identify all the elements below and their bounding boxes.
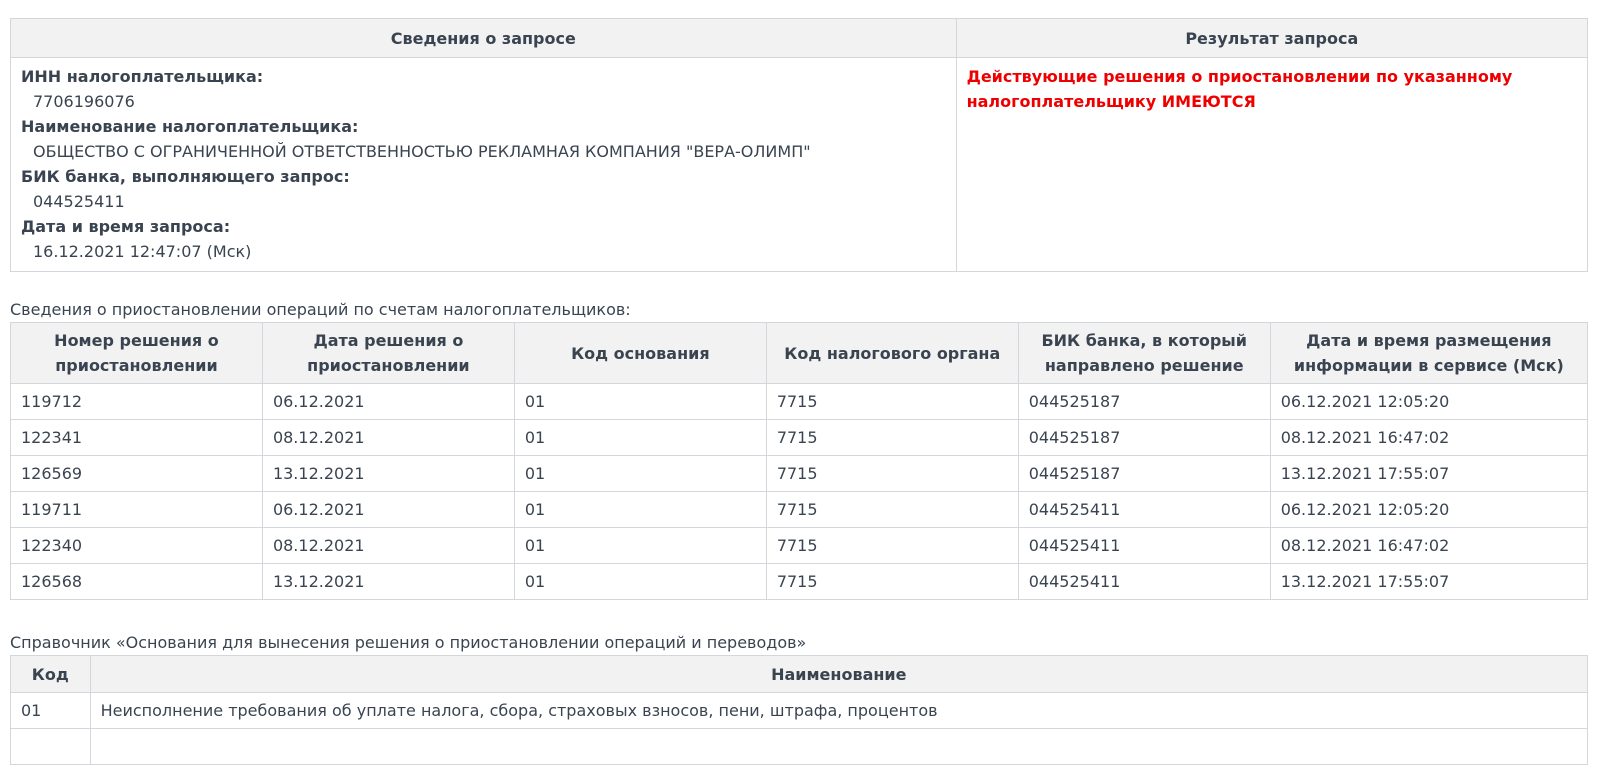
col-header-decision-number: Номер решения о приостановлении <box>10 322 263 384</box>
basis-code-cell: 01 <box>513 527 767 564</box>
suspensions-caption: Сведения о приостановлении операций по с… <box>10 300 631 319</box>
basis-code-cell: 01 <box>513 563 767 600</box>
query-result-cell: Действующие решения о приостановлении по… <box>955 57 1589 272</box>
query-info-header: Сведения о запросе <box>10 18 957 58</box>
reference-name-cell: Неисполнение требования об уплате налога… <box>89 692 1589 729</box>
decision-number-cell: 122341 <box>10 419 263 456</box>
col-header-code: Код <box>10 655 91 693</box>
table-row: 119712 06.12.2021 01 7715 044525187 06.1… <box>10 383 1589 420</box>
target-bank-bik-cell: 044525411 <box>1017 563 1271 600</box>
posted-datetime-cell: 08.12.2021 16:47:02 <box>1269 527 1589 564</box>
taxpayer-name-value: ОБЩЕСТВО С ОГРАНИЧЕННОЙ ОТВЕТСТВЕННОСТЬЮ… <box>33 142 811 161</box>
reference-table: Код Наименование 01 Неисполнение требова… <box>10 655 1589 765</box>
decision-number-cell: 122340 <box>10 527 263 564</box>
page: Сведения о запросе Результат запроса ИНН… <box>10 18 1589 765</box>
tax-authority-code-cell: 7715 <box>765 491 1019 528</box>
bank-bik-value: 044525411 <box>33 192 125 211</box>
table-row: 126569 13.12.2021 01 7715 044525187 13.1… <box>10 455 1589 492</box>
col-header-decision-date: Дата решения о приостановлении <box>261 322 515 384</box>
tax-authority-code-cell: 7715 <box>765 527 1019 564</box>
tax-authority-code-cell: 7715 <box>765 455 1019 492</box>
table-row: 122341 08.12.2021 01 7715 044525187 08.1… <box>10 419 1589 456</box>
taxpayer-name-label: Наименование налогоплательщика: <box>21 117 359 136</box>
decision-number-cell: 126569 <box>10 455 263 492</box>
decision-date-cell: 08.12.2021 <box>261 527 515 564</box>
target-bank-bik-cell: 044525411 <box>1017 491 1271 528</box>
posted-datetime-cell: 13.12.2021 17:55:07 <box>1269 455 1589 492</box>
table-row <box>10 728 1589 765</box>
decision-number-cell: 126568 <box>10 563 263 600</box>
query-info-table: Сведения о запросе Результат запроса ИНН… <box>10 18 1589 272</box>
target-bank-bik-cell: 044525411 <box>1017 527 1271 564</box>
decision-date-cell: 08.12.2021 <box>261 419 515 456</box>
table-row: 01 Неисполнение требования об уплате нал… <box>10 692 1589 729</box>
query-info-cell: ИНН налогоплательщика: 7706196076 Наимен… <box>10 57 957 272</box>
inn-value: 7706196076 <box>33 92 135 111</box>
col-header-basis-code: Код основания <box>513 322 767 384</box>
basis-code-cell: 01 <box>513 455 767 492</box>
col-header-posted-datetime: Дата и время размещения информации в сер… <box>1269 322 1589 384</box>
col-header-name: Наименование <box>89 655 1589 693</box>
query-result-text: Действующие решения о приостановлении по… <box>966 67 1513 111</box>
col-header-target-bank-bik: БИК банка, в который направлено решение <box>1017 322 1271 384</box>
posted-datetime-cell: 06.12.2021 12:05:20 <box>1269 383 1589 420</box>
target-bank-bik-cell: 044525187 <box>1017 419 1271 456</box>
decision-date-cell: 06.12.2021 <box>261 383 515 420</box>
reference-code-cell <box>10 728 91 765</box>
tax-authority-code-cell: 7715 <box>765 563 1019 600</box>
table-row: 119711 06.12.2021 01 7715 044525411 06.1… <box>10 491 1589 528</box>
decision-date-cell: 06.12.2021 <box>261 491 515 528</box>
tax-authority-code-cell: 7715 <box>765 419 1019 456</box>
posted-datetime-cell: 08.12.2021 16:47:02 <box>1269 419 1589 456</box>
table-row: 122340 08.12.2021 01 7715 044525411 08.1… <box>10 527 1589 564</box>
bank-bik-label: БИК банка, выполняющего запрос: <box>21 167 350 186</box>
table-row: 126568 13.12.2021 01 7715 044525411 13.1… <box>10 563 1589 600</box>
basis-code-cell: 01 <box>513 419 767 456</box>
target-bank-bik-cell: 044525187 <box>1017 455 1271 492</box>
target-bank-bik-cell: 044525187 <box>1017 383 1271 420</box>
request-datetime-label: Дата и время запроса: <box>21 217 231 236</box>
reference-name-cell <box>89 728 1589 765</box>
suspensions-table: Номер решения о приостановлении Дата реш… <box>10 322 1589 600</box>
col-header-tax-authority-code: Код налогового органа <box>765 322 1019 384</box>
posted-datetime-cell: 06.12.2021 12:05:20 <box>1269 491 1589 528</box>
tax-authority-code-cell: 7715 <box>765 383 1019 420</box>
reference-code-cell: 01 <box>10 692 91 729</box>
decision-date-cell: 13.12.2021 <box>261 455 515 492</box>
decision-number-cell: 119712 <box>10 383 263 420</box>
decision-number-cell: 119711 <box>10 491 263 528</box>
request-datetime-value: 16.12.2021 12:47:07 (Мск) <box>33 242 252 261</box>
decision-date-cell: 13.12.2021 <box>261 563 515 600</box>
posted-datetime-cell: 13.12.2021 17:55:07 <box>1269 563 1589 600</box>
reference-caption: Справочник «Основания для вынесения реше… <box>10 633 807 652</box>
inn-label: ИНН налогоплательщика: <box>21 67 264 86</box>
basis-code-cell: 01 <box>513 491 767 528</box>
query-result-header: Результат запроса <box>955 18 1589 58</box>
basis-code-cell: 01 <box>513 383 767 420</box>
